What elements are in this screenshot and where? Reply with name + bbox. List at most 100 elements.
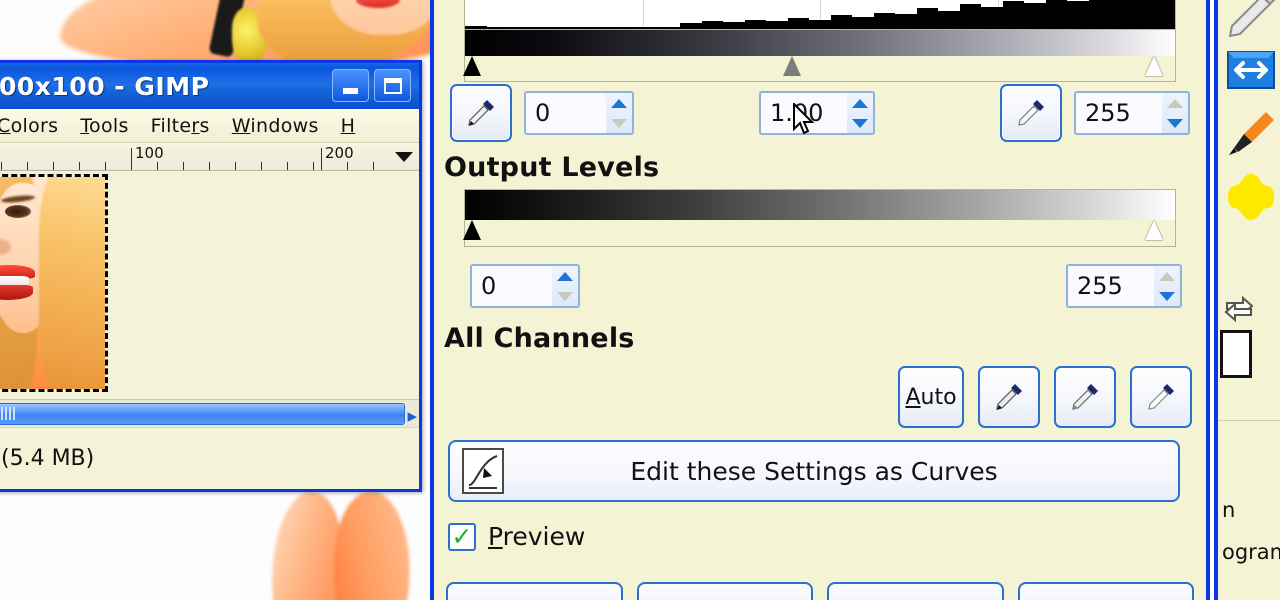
- pick-white-point-button[interactable]: [1000, 84, 1062, 142]
- bg-shape-leg-right: [328, 489, 416, 600]
- preview-checkbox[interactable]: ✓: [448, 522, 476, 551]
- stepper-down-button[interactable]: [847, 113, 873, 133]
- edit-as-curves-label: Edit these Settings as Curves: [630, 456, 998, 486]
- background-color-swatch[interactable]: [1220, 330, 1252, 378]
- menu-item-colors[interactable]: Colors: [0, 115, 58, 137]
- minimize-icon: [343, 87, 358, 94]
- histogram-bar: [873, 12, 896, 29]
- histogram-bar: [959, 4, 982, 29]
- histogram-bar: [680, 23, 702, 29]
- output-high-stepper[interactable]: [1154, 264, 1182, 308]
- stepper-up-button[interactable]: [1162, 93, 1188, 113]
- gamma-marker[interactable]: [782, 56, 801, 76]
- output-high-spinner[interactable]: 255: [1066, 264, 1182, 308]
- histogram-bar: [1045, 0, 1068, 29]
- swap-colors-icon[interactable]: [1222, 292, 1280, 326]
- histogram-bar: [895, 14, 917, 29]
- edit-as-curves-button[interactable]: Edit these Settings as Curves: [448, 440, 1180, 502]
- output-low-marker[interactable]: [463, 220, 482, 240]
- image-canvas[interactable]: [0, 171, 419, 399]
- ruler-label-200: 200: [325, 144, 354, 162]
- stepper-up-button[interactable]: [606, 93, 632, 113]
- bg-shape-legs: [262, 488, 437, 600]
- window-controls: [332, 69, 411, 102]
- photo-hair-right: [39, 177, 105, 389]
- eyedropper-white-all-icon: [1148, 384, 1174, 410]
- paintbrush-tool-icon[interactable]: [1222, 104, 1280, 162]
- gimp-toolbox: n ogram: [1214, 0, 1280, 600]
- menu-item-windows[interactable]: Windows: [232, 115, 319, 137]
- auto-button[interactable]: Auto: [898, 366, 964, 428]
- input-level-markers: [463, 56, 1175, 80]
- black-point-stepper[interactable]: [606, 91, 634, 135]
- stepper-down-button[interactable]: [552, 286, 578, 306]
- gamma-stepper[interactable]: [847, 91, 875, 135]
- dialog-button-1[interactable]: [446, 582, 623, 600]
- flip-tool-icon[interactable]: [1222, 42, 1280, 100]
- output-low-spinner[interactable]: 0: [470, 264, 580, 308]
- levels-dialog: 0 1.00 255: [430, 0, 1210, 600]
- eyedropper-black-all-icon: [996, 384, 1022, 410]
- menubar: Colors Tools Filters Windows H: [0, 109, 419, 143]
- scrollbar-grip-icon: [1, 407, 17, 420]
- white-point-value[interactable]: 255: [1074, 91, 1162, 135]
- dialog-button-4[interactable]: [1017, 582, 1194, 600]
- output-levels-gradient[interactable]: [463, 189, 1176, 247]
- input-levels-gradient[interactable]: [463, 30, 1176, 82]
- window-titlebar[interactable]: 00x100 - GIMP: [0, 63, 419, 109]
- stepper-down-button[interactable]: [606, 113, 632, 133]
- white-point-spinner[interactable]: 255: [1074, 91, 1190, 135]
- white-point-marker[interactable]: [1144, 56, 1163, 76]
- histogram-bar: [787, 17, 810, 29]
- canvas-empty-area: [105, 171, 419, 399]
- preview-checkbox-row[interactable]: ✓ Preview: [448, 522, 1206, 551]
- pick-black-point-button[interactable]: [450, 84, 512, 142]
- output-low-value[interactable]: 0: [470, 264, 552, 308]
- histogram-bar: [465, 25, 487, 29]
- black-point-value[interactable]: 0: [524, 91, 606, 135]
- histogram-bar: [1024, 3, 1046, 29]
- histogram-bar: [766, 21, 788, 29]
- statusbar-memory: (5.4 MB): [1, 446, 95, 471]
- stepper-up-button[interactable]: [1154, 266, 1180, 286]
- output-low-stepper[interactable]: [552, 264, 580, 308]
- black-point-marker[interactable]: [463, 56, 482, 76]
- output-high-marker[interactable]: [1144, 220, 1163, 240]
- menu-item-filters[interactable]: Filters: [151, 115, 210, 137]
- histogram-bar: [658, 27, 681, 29]
- output-levels-row: 0 255: [470, 257, 1182, 315]
- stepper-down-button[interactable]: [1154, 286, 1180, 306]
- pick-gray-point-all-button[interactable]: [1054, 366, 1116, 428]
- menu-item-help[interactable]: H: [341, 115, 356, 137]
- gamma-spinner[interactable]: 1.00: [759, 91, 875, 135]
- horizontal-scrollbar[interactable]: ▸: [0, 399, 419, 427]
- ruler-menu-arrow-icon[interactable]: [395, 152, 413, 162]
- canvas-photo: [0, 177, 105, 389]
- input-histogram: [464, 0, 1176, 30]
- maximize-button[interactable]: [374, 69, 411, 102]
- blob-blend-icon[interactable]: [1222, 168, 1280, 226]
- auto-button-label: Auto: [905, 384, 957, 410]
- pick-black-point-all-button[interactable]: [978, 366, 1040, 428]
- pick-white-point-all-button[interactable]: [1130, 366, 1192, 428]
- white-point-stepper[interactable]: [1162, 91, 1190, 135]
- output-level-markers: [463, 220, 1175, 244]
- stepper-up-button[interactable]: [847, 93, 873, 113]
- mouse-cursor: [792, 101, 816, 137]
- histogram-bar: [744, 19, 767, 29]
- output-high-value[interactable]: 255: [1066, 264, 1154, 308]
- ink-tool-icon[interactable]: [1222, 0, 1280, 40]
- histogram-bar: [1153, 0, 1175, 29]
- dialog-button-3[interactable]: [827, 582, 1004, 600]
- histogram-bar: [594, 27, 616, 29]
- minimize-button[interactable]: [332, 69, 369, 102]
- scrollbar-thumb[interactable]: [0, 403, 405, 425]
- scroll-right-icon[interactable]: ▸: [407, 405, 417, 427]
- histogram-bar: [1067, 0, 1089, 29]
- stepper-up-button[interactable]: [552, 266, 578, 286]
- histogram-bar: [701, 21, 724, 29]
- black-point-spinner[interactable]: 0: [524, 91, 634, 135]
- dialog-button-2[interactable]: [636, 582, 813, 600]
- menu-item-tools[interactable]: Tools: [80, 115, 128, 137]
- stepper-down-button[interactable]: [1162, 113, 1188, 133]
